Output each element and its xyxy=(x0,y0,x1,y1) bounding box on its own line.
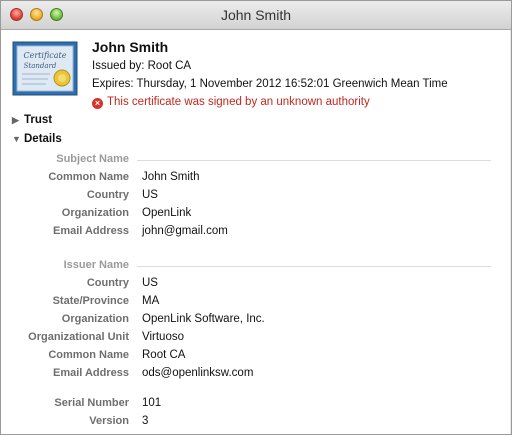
certificate-name: John Smith xyxy=(92,39,169,55)
certificate-icon: Certificate Standard xyxy=(12,41,78,96)
certificate-icon-text-1: Certificate xyxy=(24,51,67,60)
field-label: Organization xyxy=(61,207,129,219)
details-label: Details xyxy=(24,133,62,145)
subject-row: Email Address john@gmail.com xyxy=(1,225,511,241)
issuer-name-heading: Issuer Name xyxy=(63,259,129,271)
disclosure-down-icon: ▼ xyxy=(12,134,21,144)
issuer-row: Common Name Root CA xyxy=(1,349,511,365)
issuer-row: Organization OpenLink Software, Inc. xyxy=(1,313,511,329)
error-icon: × xyxy=(92,98,103,109)
issuer-row: Email Address ods@openlinksw.com xyxy=(1,367,511,383)
trust-label: Trust xyxy=(24,114,53,126)
title-bar[interactable]: John Smith xyxy=(1,1,511,30)
field-value: John Smith xyxy=(142,171,200,183)
divider xyxy=(137,266,491,267)
subject-row: Country US xyxy=(1,189,511,205)
divider xyxy=(137,160,491,161)
field-label: Version xyxy=(89,415,129,427)
issuer-row: Organizational Unit Virtuoso xyxy=(1,331,511,347)
subject-name-heading: Subject Name xyxy=(56,153,129,165)
field-value: OpenLink Software, Inc. xyxy=(142,313,265,325)
issuer-row: Country US xyxy=(1,277,511,293)
field-value: US xyxy=(142,277,158,289)
certificate-window: John Smith Certificate Standard John Smi… xyxy=(0,0,512,435)
issuer-row: State/Province MA xyxy=(1,295,511,311)
field-value: OpenLink xyxy=(142,207,192,219)
expiry-date: Expires: Thursday, 1 November 2012 16:52… xyxy=(92,78,448,90)
field-value: Root CA xyxy=(142,349,186,361)
issued-by: Issued by: Root CA xyxy=(92,60,192,72)
serial-number-row: Serial Number 101 xyxy=(1,397,511,413)
scrollbar[interactable] xyxy=(510,30,511,434)
version-row: Version 3 xyxy=(1,415,511,431)
field-label: Common Name xyxy=(48,349,129,361)
field-label: State/Province xyxy=(52,295,129,307)
field-value: Virtuoso xyxy=(142,331,184,343)
field-value: 3 xyxy=(142,415,149,427)
subject-row: Common Name John Smith xyxy=(1,171,511,187)
content-area: Certificate Standard John Smith Issued b… xyxy=(1,30,511,434)
details-disclosure[interactable]: ▼ Details xyxy=(12,133,62,145)
trust-disclosure[interactable]: ▶ Trust xyxy=(12,114,52,126)
field-value: john@gmail.com xyxy=(142,225,228,237)
field-label: Country xyxy=(86,277,129,289)
disclosure-right-icon: ▶ xyxy=(12,115,19,125)
certificate-icon-text-2: Standard xyxy=(24,62,57,70)
subject-row: Organization OpenLink xyxy=(1,207,511,223)
trust-warning: × This certificate was signed by an unkno… xyxy=(92,96,370,109)
field-label: Email Address xyxy=(52,225,129,237)
window-title: John Smith xyxy=(220,7,292,23)
field-label: Organizational Unit xyxy=(28,331,129,343)
field-label: Email Address xyxy=(52,367,129,379)
trust-warning-text: This certificate was signed by an unknow… xyxy=(107,96,370,108)
field-label: Common Name xyxy=(48,171,129,183)
field-label: Serial Number xyxy=(54,397,129,409)
field-value: US xyxy=(142,189,158,201)
field-value: MA xyxy=(142,295,160,307)
field-label: Country xyxy=(86,189,129,201)
field-label: Organization xyxy=(61,313,129,325)
field-value: ods@openlinksw.com xyxy=(142,367,254,379)
field-value: 101 xyxy=(142,397,162,409)
